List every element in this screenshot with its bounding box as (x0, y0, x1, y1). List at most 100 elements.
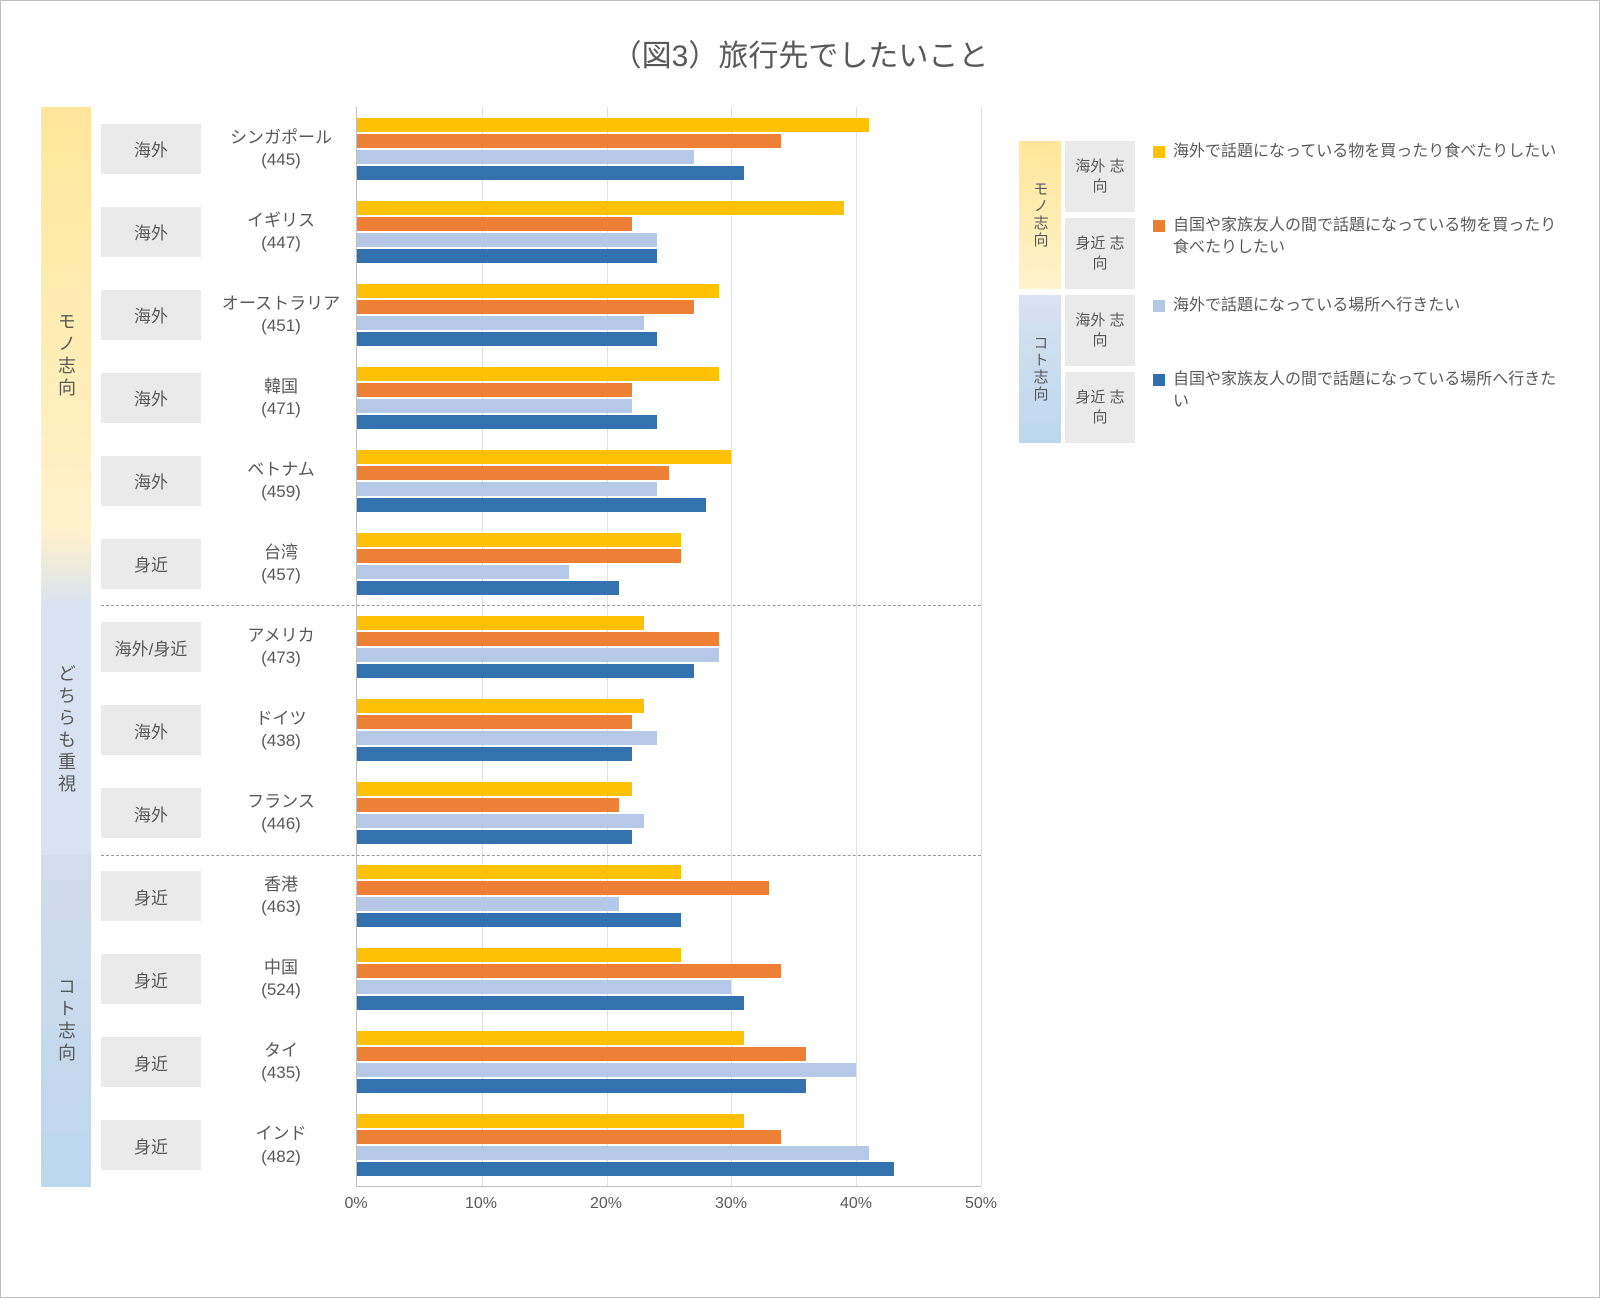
legend-koto-label: コト志向 (1030, 335, 1051, 403)
group-label: モノ志向 (53, 312, 79, 400)
row-tag: 身近 (101, 539, 201, 589)
bar (357, 201, 844, 215)
row-tag: 海外 (101, 456, 201, 506)
legend-item-s4: 自国や家族友人の間で話題になっている場所へ行きたい (1153, 369, 1559, 443)
chart-page: （図3）旅行先でしたいこと モノ志向どちらも重視コト志向 海外海外海外海外海外身… (0, 0, 1600, 1298)
swatch-icon (1153, 300, 1165, 312)
bar (357, 782, 632, 796)
bar (357, 814, 644, 828)
category-label: イギリス(447) (211, 210, 351, 254)
row-tag: 身近 (101, 1037, 201, 1087)
legend-tile-familiar-1: 身近 志向 (1065, 218, 1135, 289)
bar (357, 897, 619, 911)
bar (357, 964, 781, 978)
category-label: ドイツ(438) (211, 708, 351, 752)
bar (357, 1146, 869, 1160)
row-tag: 身近 (101, 954, 201, 1004)
category-label: インド(482) (211, 1123, 351, 1167)
group-strip: モノ志向どちらも重視コト志向 (41, 107, 91, 1237)
bar (357, 881, 769, 895)
legend-tile-overseas-2: 海外 志向 (1065, 295, 1135, 366)
swatch-icon (1153, 146, 1165, 158)
bar (357, 450, 731, 464)
x-tick: 10% (465, 1195, 497, 1213)
category-label: アメリカ(473) (211, 625, 351, 669)
swatch-icon (1153, 220, 1165, 232)
bar (357, 1047, 806, 1061)
bar (357, 549, 681, 563)
bar (357, 316, 644, 330)
bar (357, 150, 694, 164)
legend-mono-bar: モノ志向 (1019, 141, 1061, 289)
row-tag: 海外 (101, 124, 201, 174)
bar (357, 118, 869, 132)
legend-koto-block: コト志向 海外 志向 身近 志向 海外で話題になっている場所へ行きたい 自国や家… (1019, 295, 1559, 443)
legend-mono-block: モノ志向 海外 志向 身近 志向 海外で話題になっている物を買ったり食べたりした… (1019, 141, 1559, 289)
bar (357, 134, 781, 148)
bar (357, 632, 719, 646)
category-label: タイ(435) (211, 1040, 351, 1084)
category-label: 香港(463) (211, 874, 351, 918)
group-separator (101, 855, 981, 856)
bar (357, 747, 632, 761)
bar (357, 1130, 781, 1144)
plot-area (356, 107, 981, 1187)
legend-tile-familiar-2: 身近 志向 (1065, 372, 1135, 443)
bar (357, 332, 657, 346)
row-tag: 海外 (101, 788, 201, 838)
category-label: 台湾(457) (211, 542, 351, 586)
row-tag: 海外 (101, 373, 201, 423)
bar (357, 166, 744, 180)
swatch-icon (1153, 374, 1165, 386)
bar (357, 300, 694, 314)
x-tick: 40% (840, 1195, 872, 1213)
row-tag: 海外 (101, 705, 201, 755)
bar (357, 1114, 744, 1128)
group-block: コト志向 (41, 855, 91, 1187)
bar (357, 664, 694, 678)
bar (357, 466, 669, 480)
row-tag: 海外/身近 (101, 622, 201, 672)
group-label: コト志向 (53, 977, 79, 1065)
bar (357, 233, 657, 247)
legend-mono-label: モノ志向 (1030, 181, 1051, 249)
bar (357, 415, 657, 429)
bar (357, 533, 681, 547)
bar (357, 616, 644, 630)
group-label: どちらも重視 (53, 664, 79, 796)
bar (357, 865, 681, 879)
legend-item-s2: 自国や家族友人の間で話題になっている物を買ったり食べたりしたい (1153, 215, 1559, 289)
bar (357, 980, 731, 994)
legend-koto-bar: コト志向 (1019, 295, 1061, 443)
group-block: どちらも重視 (41, 605, 91, 854)
bar (357, 399, 632, 413)
x-tick: 20% (590, 1195, 622, 1213)
bar (357, 217, 632, 231)
category-label: 韓国(471) (211, 376, 351, 420)
row-tag: 身近 (101, 1120, 201, 1170)
bar (357, 996, 744, 1010)
page-title: （図3）旅行先でしたいこと (31, 31, 1569, 75)
plot-wrap: シンガポール(445)イギリス(447)オーストラリア(451)韓国(471)ベ… (211, 107, 981, 1237)
bar (357, 913, 681, 927)
x-tick: 30% (715, 1195, 747, 1213)
legend-tile-overseas-1: 海外 志向 (1065, 141, 1135, 212)
x-tick: 50% (965, 1195, 997, 1213)
bar (357, 565, 569, 579)
bar (357, 798, 619, 812)
bar (357, 731, 657, 745)
bar (357, 581, 619, 595)
bar (357, 1031, 744, 1045)
bar (357, 284, 719, 298)
group-separator (101, 605, 981, 606)
bar (357, 830, 632, 844)
category-label-column: シンガポール(445)イギリス(447)オーストラリア(451)韓国(471)ベ… (211, 107, 356, 1187)
bar (357, 948, 681, 962)
category-label: シンガポール(445) (211, 127, 351, 171)
x-tick: 0% (344, 1195, 367, 1213)
row-tag: 海外 (101, 207, 201, 257)
row-tag: 海外 (101, 290, 201, 340)
x-axis: 0%10%20%30%40%50% (356, 1187, 981, 1237)
row-tag: 身近 (101, 871, 201, 921)
bar (357, 648, 719, 662)
